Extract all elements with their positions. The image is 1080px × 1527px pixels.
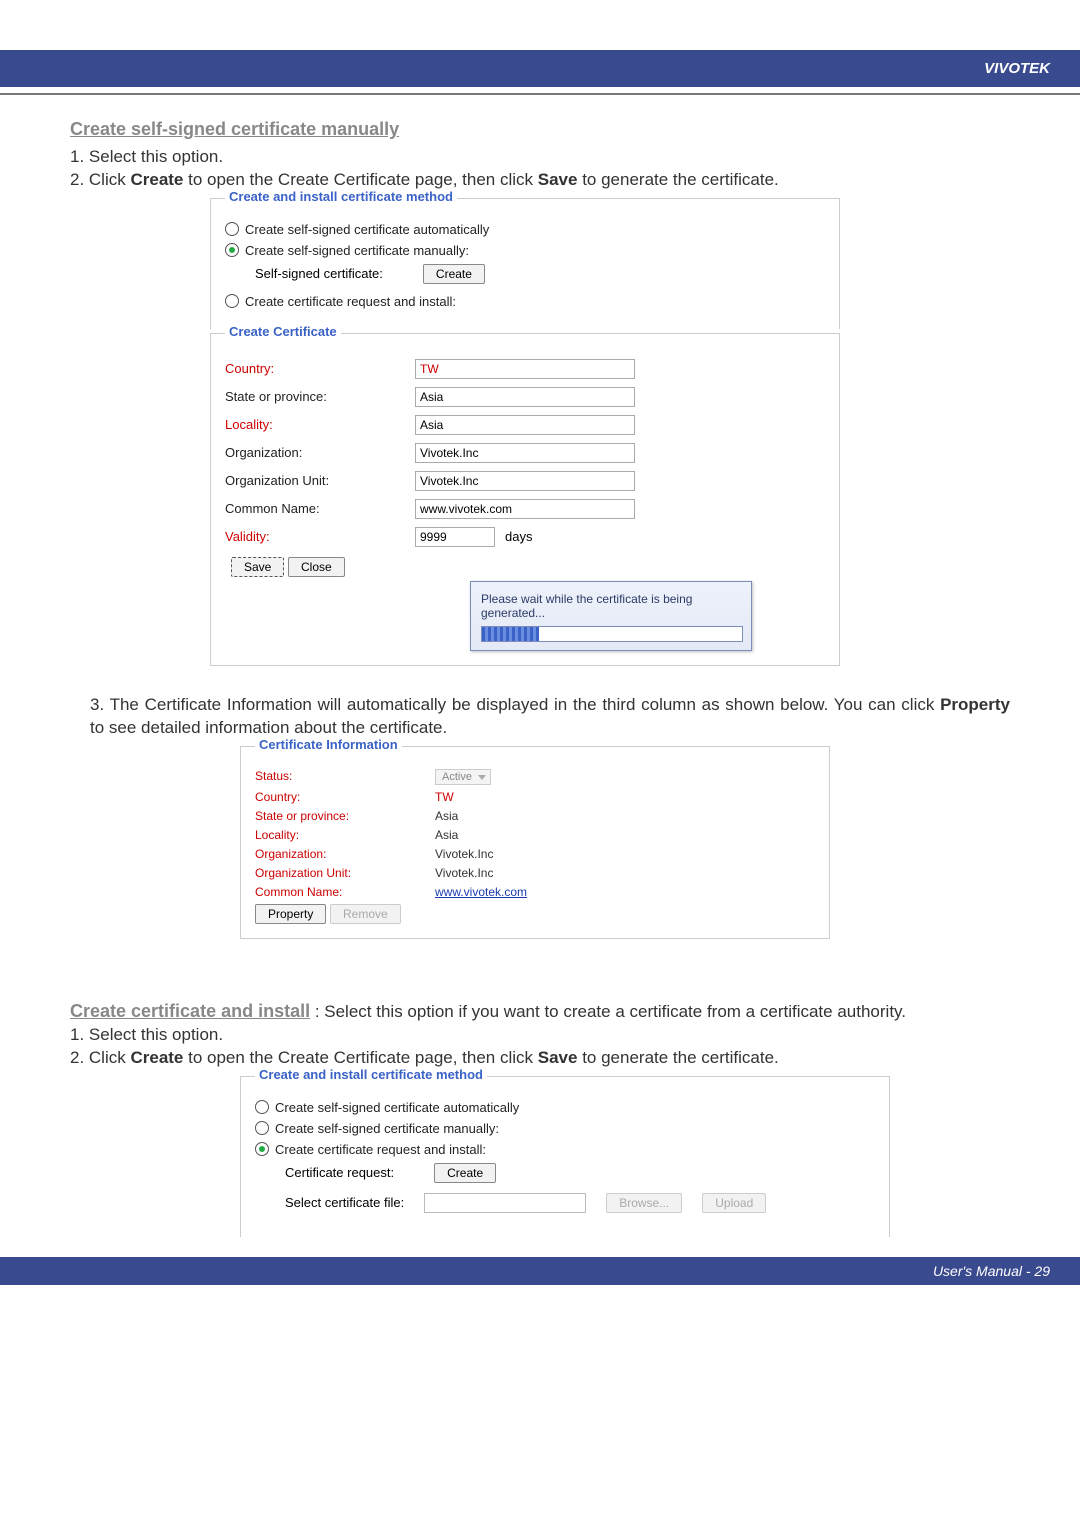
s2b: to see detailed information about the ce… — [90, 718, 447, 737]
ci-cn-v: www.vivotek.com — [435, 885, 527, 899]
section3-rest: : Select this option if you want to crea… — [310, 1002, 906, 1021]
cn-label: Common Name: — [225, 501, 415, 516]
ci-status-l: Status: — [255, 769, 435, 785]
remove-button: Remove — [330, 904, 401, 924]
s2a: The Certificate Information will automat… — [110, 695, 940, 714]
cert-request-label: Certificate request: — [285, 1165, 394, 1180]
s3s2b: to open the Create Certificate page, the… — [183, 1048, 537, 1067]
section2-text: 3. The Certificate Information will auto… — [70, 694, 1010, 740]
country-label: Country: — [225, 361, 415, 376]
ci-org-v: Vivotek.Inc — [435, 847, 493, 861]
s1s2-create: Create — [130, 170, 183, 189]
section1-step2: 2. Click Create to open the Create Certi… — [70, 169, 1010, 192]
file-input[interactable] — [424, 1193, 586, 1213]
radio2-request-icon — [255, 1142, 269, 1156]
ci-state-l: State or province: — [255, 809, 435, 823]
create-cert-legend: Create Certificate — [225, 324, 341, 339]
select-file-label: Select certificate file: — [285, 1195, 404, 1210]
method-box-2: Create and install certificate method Cr… — [240, 1076, 890, 1237]
header-rule — [0, 93, 1080, 95]
radio-auto-label: Create self-signed certificate automatic… — [245, 222, 489, 237]
cert-info-legend: Certificate Information — [255, 737, 402, 752]
radio2-request-label: Create certificate request and install: — [275, 1142, 486, 1157]
s3s2-create: Create — [130, 1048, 183, 1067]
radio-request[interactable]: Create certificate request and install: — [225, 294, 825, 309]
method-box-2-legend: Create and install certificate method — [255, 1067, 487, 1082]
status-message: Please wait while the certificate is bei… — [481, 592, 741, 620]
upload-button[interactable]: Upload — [702, 1193, 766, 1213]
radio-manual[interactable]: Create self-signed certificate manually: — [225, 243, 825, 258]
self-signed-label: Self-signed certificate: — [255, 266, 383, 281]
s1s2b: to open the Create Certificate page, the… — [183, 170, 537, 189]
locality-input[interactable] — [415, 415, 635, 435]
section3-title: Create certificate and install — [70, 1001, 310, 1021]
radio-manual-label: Create self-signed certificate manually: — [245, 243, 469, 258]
create-cert-box: Create Certificate Country: State or pro… — [210, 333, 840, 666]
section3-para: Create certificate and install : Select … — [70, 999, 1010, 1024]
s3s2a: 2. Click — [70, 1048, 130, 1067]
radio-request-label: Create certificate request and install: — [245, 294, 456, 309]
section1-step1: 1. Select this option. — [70, 146, 1010, 169]
country-input[interactable] — [415, 359, 635, 379]
ci-org-l: Organization: — [255, 847, 435, 861]
header-brand: VIVOTEK — [0, 50, 1080, 87]
locality-label: Locality: — [225, 417, 415, 432]
browse-button[interactable]: Browse... — [606, 1193, 682, 1213]
radio2-auto-label: Create self-signed certificate automatic… — [275, 1100, 519, 1115]
radio2-manual-icon — [255, 1121, 269, 1135]
radio2-auto[interactable]: Create self-signed certificate automatic… — [255, 1100, 875, 1115]
org-label: Organization: — [225, 445, 415, 460]
state-label: State or province: — [225, 389, 415, 404]
org-input[interactable] — [415, 443, 635, 463]
ci-orgu-v: Vivotek.Inc — [435, 866, 493, 880]
radio-request-icon — [225, 294, 239, 308]
section3-step1: 1. Select this option. — [70, 1024, 1010, 1047]
ci-state-v: Asia — [435, 809, 458, 823]
ci-locality-l: Locality: — [255, 828, 435, 842]
ci-locality-v: Asia — [435, 828, 458, 842]
ci-country-v: TW — [435, 790, 454, 804]
radio-manual-icon — [225, 243, 239, 257]
s1s2-save: Save — [538, 170, 578, 189]
method-box-1-legend: Create and install certificate method — [225, 189, 457, 204]
validity-input[interactable] — [415, 527, 495, 547]
progress-bar — [481, 626, 743, 642]
section3-step2: 2. Click Create to open the Create Certi… — [70, 1047, 1010, 1070]
ci-status-select: Active — [435, 769, 491, 785]
ci-orgu-l: Organization Unit: — [255, 866, 435, 880]
radio2-auto-icon — [255, 1100, 269, 1114]
method-box-1: Create and install certificate method Cr… — [210, 198, 840, 329]
footer-text: User's Manual - 29 — [0, 1257, 1080, 1285]
state-input[interactable] — [415, 387, 635, 407]
s2-num: 3. — [90, 695, 110, 714]
property-button[interactable]: Property — [255, 904, 326, 924]
radio2-manual[interactable]: Create self-signed certificate manually: — [255, 1121, 875, 1136]
validity-label: Validity: — [225, 529, 415, 544]
s3s2-save: Save — [538, 1048, 578, 1067]
radio2-manual-label: Create self-signed certificate manually: — [275, 1121, 499, 1136]
validity-unit: days — [505, 529, 532, 544]
s1s2c: to generate the certificate. — [577, 170, 778, 189]
s2-prop: Property — [940, 695, 1010, 714]
save-button[interactable]: Save — [231, 557, 284, 577]
radio2-request[interactable]: Create certificate request and install: — [255, 1142, 875, 1157]
s1s2a: 2. Click — [70, 170, 130, 189]
cert-info-box: Certificate Information Status: Active C… — [240, 746, 830, 939]
cn-input[interactable] — [415, 499, 635, 519]
close-button[interactable]: Close — [288, 557, 345, 577]
progress-fill — [482, 627, 539, 641]
section1-title: Create self-signed certificate manually — [70, 119, 1010, 140]
s3s2c: to generate the certificate. — [577, 1048, 778, 1067]
radio-auto-icon — [225, 222, 239, 236]
ci-cn-l: Common Name: — [255, 885, 435, 899]
orgu-input[interactable] — [415, 471, 635, 491]
orgu-label: Organization Unit: — [225, 473, 415, 488]
status-box: Please wait while the certificate is bei… — [470, 581, 752, 651]
radio-auto[interactable]: Create self-signed certificate automatic… — [225, 222, 825, 237]
create-button-2[interactable]: Create — [434, 1163, 496, 1183]
create-button[interactable]: Create — [423, 264, 485, 284]
ci-country-l: Country: — [255, 790, 435, 804]
